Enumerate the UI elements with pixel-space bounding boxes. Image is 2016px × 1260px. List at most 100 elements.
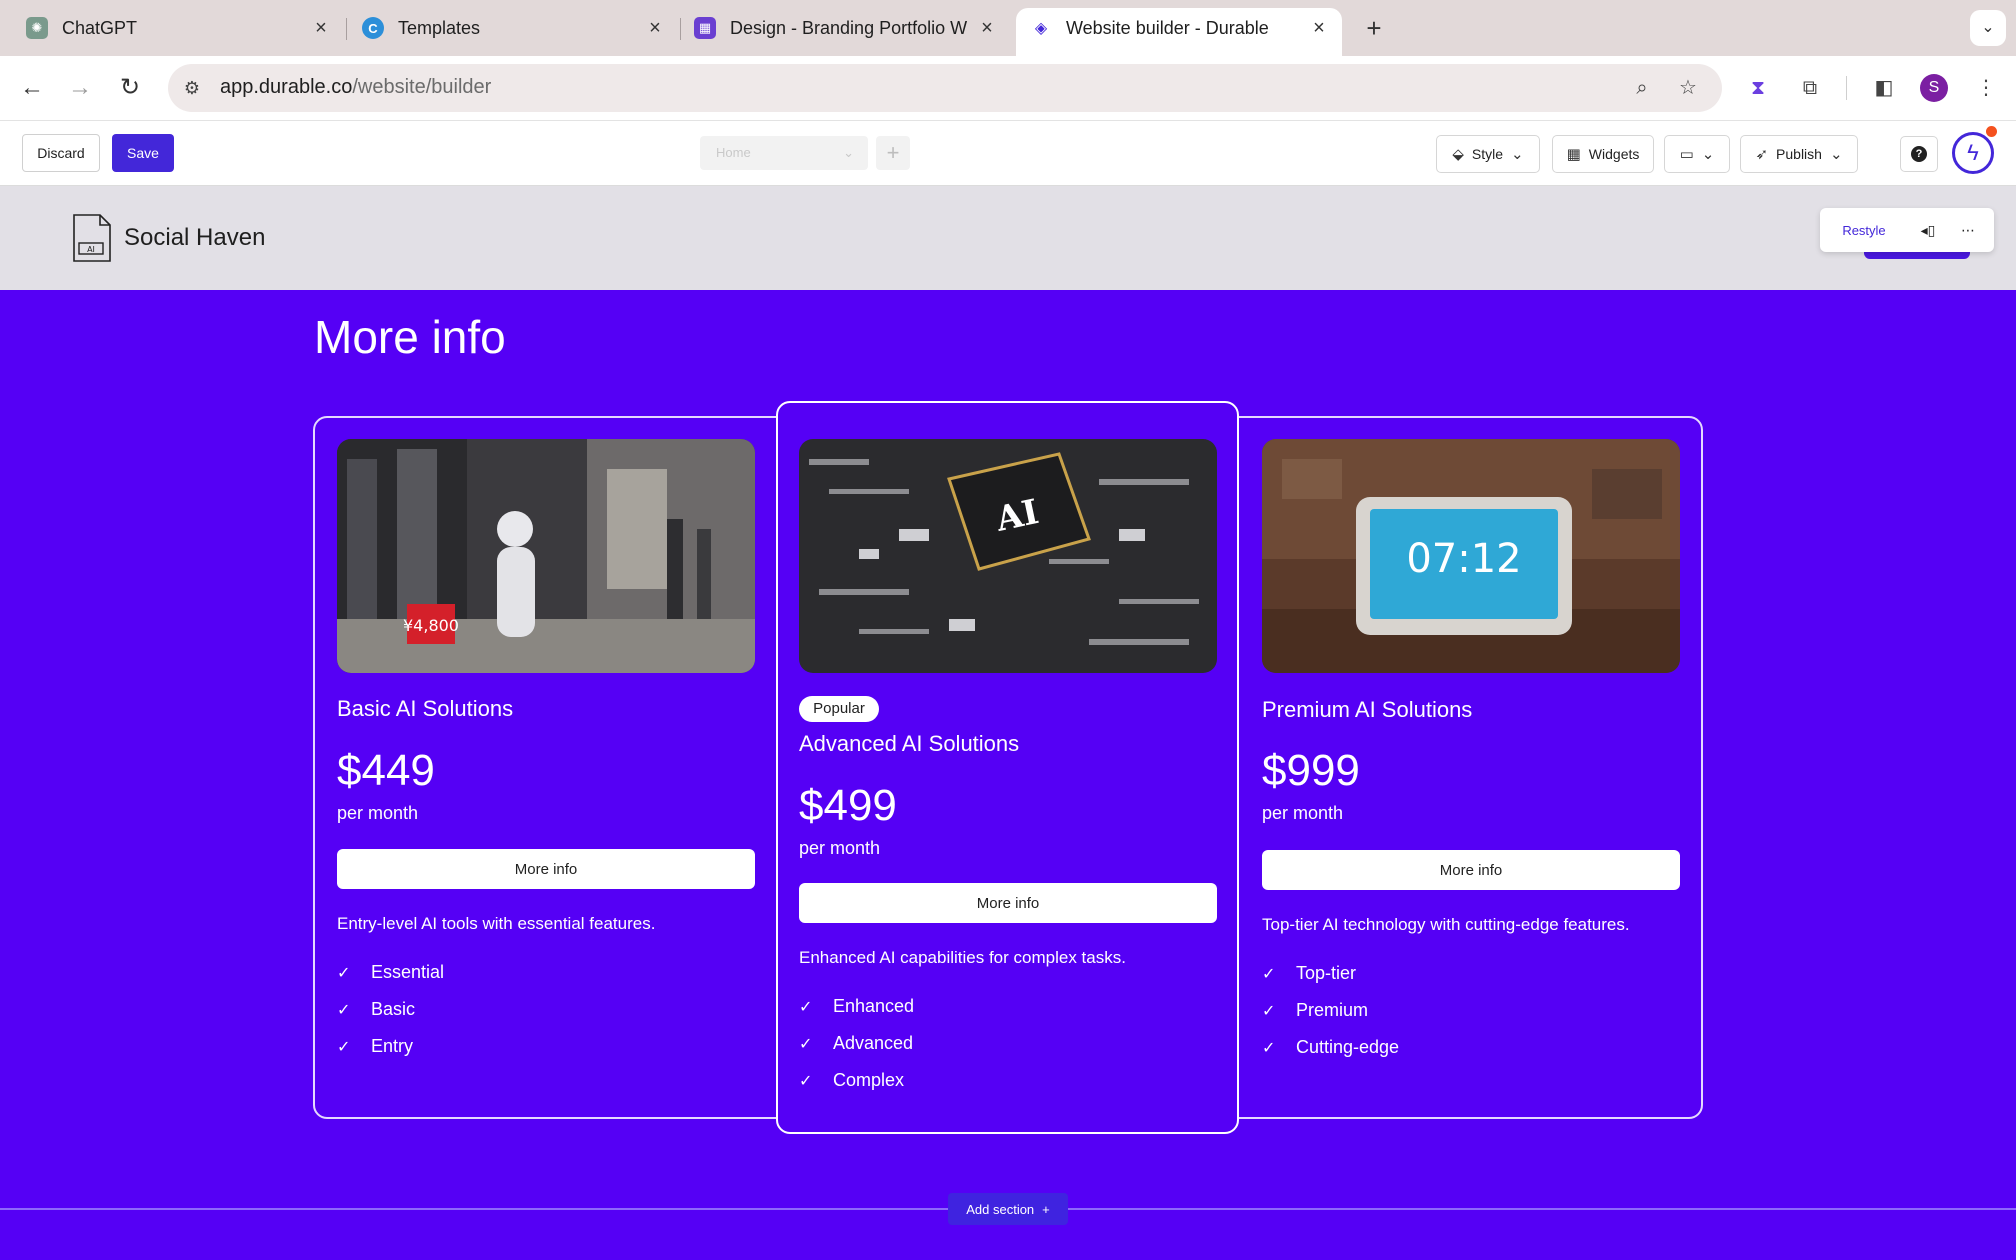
check-icon: ✓ <box>1262 1002 1276 1020</box>
close-icon[interactable]: × <box>1308 17 1330 40</box>
feature-item[interactable]: ✓ Complex <box>799 1070 904 1091</box>
bookmark-star-icon[interactable]: ☆ <box>1672 72 1704 104</box>
card-image-robot[interactable]: ¥4,800 <box>337 439 755 673</box>
logo-text: AI <box>87 245 95 254</box>
page-select[interactable]: Home ⌄ <box>700 136 868 170</box>
check-icon: ✓ <box>799 998 813 1016</box>
popular-badge[interactable]: Popular <box>799 696 879 722</box>
site-name[interactable]: Social Haven <box>124 224 265 252</box>
back-icon[interactable]: ← <box>14 70 50 106</box>
more-info-button[interactable]: More info <box>799 883 1217 923</box>
add-section-button[interactable]: Add section + <box>948 1193 1068 1225</box>
publish-label: Publish <box>1776 146 1822 162</box>
close-icon[interactable]: × <box>976 17 998 40</box>
feature-item[interactable]: ✓ Premium <box>1262 1000 1368 1021</box>
card-image-smart-display[interactable]: 07:12 <box>1262 439 1680 673</box>
check-icon: ✓ <box>799 1035 813 1053</box>
feature-item[interactable]: ✓ Basic <box>337 999 415 1020</box>
discard-button[interactable]: Discard <box>22 134 100 172</box>
plus-icon: + <box>1042 1201 1050 1217</box>
card-price[interactable]: $499 <box>799 781 897 831</box>
feature-item[interactable]: ✓ Advanced <box>799 1033 913 1054</box>
feature-label: Basic <box>371 999 416 1019</box>
ai-assistant-button[interactable]: ϟ <box>1952 132 1994 174</box>
close-icon[interactable]: × <box>310 17 332 40</box>
calendar-icon: ▦ <box>694 17 716 39</box>
canva-icon: C <box>362 17 384 39</box>
check-icon: ✓ <box>337 1038 351 1056</box>
rocket-icon: ➶ <box>1755 146 1769 163</box>
card-title[interactable]: Basic AI Solutions <box>337 696 513 722</box>
widgets-button[interactable]: ▦ Widgets <box>1552 135 1654 173</box>
card-period[interactable]: per month <box>1262 803 1343 824</box>
tab-website-builder[interactable]: ◈ Website builder - Durable × <box>1016 8 1342 56</box>
url-host: app.durable.co <box>220 76 353 98</box>
site-header[interactable] <box>0 186 2016 290</box>
card-period[interactable]: per month <box>337 803 418 824</box>
reload-icon[interactable]: ↻ <box>112 70 148 106</box>
card-description[interactable]: Top-tier AI technology with cutting-edge… <box>1262 915 1630 935</box>
more-info-button[interactable]: More info <box>337 849 755 889</box>
chevron-down-icon: ⌄ <box>1511 146 1524 163</box>
add-page-button[interactable]: + <box>876 136 910 170</box>
card-period[interactable]: per month <box>799 838 880 859</box>
card-title[interactable]: Premium AI Solutions <box>1262 697 1472 723</box>
device-preview-button[interactable]: ▭ ⌄ <box>1664 135 1730 173</box>
extension-icon[interactable]: ⧗ <box>1742 72 1774 104</box>
chevron-down-icon: ⌄ <box>843 145 854 160</box>
page-select-value: Home <box>716 145 751 160</box>
card-image-ai-chip[interactable]: AI <box>799 439 1217 673</box>
section-title[interactable]: More info <box>314 310 506 364</box>
card-price[interactable]: $449 <box>337 746 435 796</box>
style-label: Style <box>1471 146 1504 162</box>
publish-button[interactable]: ➶ Publish ⌄ <box>1740 135 1858 173</box>
tab-chatgpt[interactable]: ✺ ChatGPT × <box>26 8 332 48</box>
tab-design-portfolio[interactable]: ▦ Design - Branding Portfolio W × <box>694 8 998 48</box>
card-description[interactable]: Enhanced AI capabilities for complex tas… <box>799 948 1126 968</box>
tab-separator <box>680 18 681 40</box>
more-options-icon[interactable]: ⋯ <box>1948 222 1988 239</box>
card-price[interactable]: $999 <box>1262 746 1360 796</box>
grid-icon: ▦ <box>1566 146 1581 163</box>
check-icon: ✓ <box>1262 1039 1276 1057</box>
save-button[interactable]: Save <box>112 134 174 172</box>
close-icon[interactable]: × <box>644 17 666 40</box>
sidepanel-icon[interactable]: ◧ <box>1868 72 1900 104</box>
zoom-icon[interactable]: ⌕ <box>1626 72 1658 104</box>
tab-label: ChatGPT <box>62 17 138 38</box>
menu-kebab-icon[interactable]: ⋮ <box>1970 72 2002 104</box>
feature-item[interactable]: ✓ Essential <box>337 962 444 983</box>
site-settings-icon[interactable]: ⚙ <box>176 72 208 104</box>
feature-label: Enhanced <box>833 996 915 1016</box>
help-button[interactable]: ? <box>1900 136 1938 172</box>
feature-item[interactable]: ✓ Top-tier <box>1262 963 1356 984</box>
feature-label: Premium <box>1296 1000 1369 1020</box>
check-icon: ✓ <box>799 1072 813 1090</box>
feature-label: Cutting-edge <box>1296 1037 1400 1057</box>
new-tab-button[interactable]: + <box>1358 12 1390 44</box>
check-icon: ✓ <box>337 1001 351 1019</box>
restyle-button[interactable]: Restyle <box>1820 223 1908 238</box>
feature-label: Entry <box>371 1036 414 1056</box>
card-description[interactable]: Entry-level AI tools with essential feat… <box>337 914 655 934</box>
feature-item[interactable]: ✓ Cutting-edge <box>1262 1037 1399 1058</box>
check-icon: ✓ <box>337 964 351 982</box>
forward-icon[interactable]: → <box>62 70 98 106</box>
style-button[interactable]: ⬙ Style ⌄ <box>1436 135 1540 173</box>
sound-icon[interactable]: ◂▯ <box>1908 222 1948 239</box>
url-text[interactable]: app.durable.co/website/builder <box>220 76 491 99</box>
feature-label: Top-tier <box>1296 963 1357 983</box>
puzzle-icon[interactable]: ⧉ <box>1794 72 1826 104</box>
add-section-label: Add section <box>966 1201 1035 1217</box>
site-logo-icon[interactable]: AI <box>72 214 112 262</box>
tab-templates[interactable]: C Templates × <box>362 8 666 48</box>
more-info-button[interactable]: More info <box>1262 850 1680 890</box>
tab-search-button[interactable]: ⌄ <box>1970 10 2006 46</box>
help-icon: ? <box>1911 146 1927 162</box>
feature-item[interactable]: ✓ Entry <box>337 1036 413 1057</box>
card-title[interactable]: Advanced AI Solutions <box>799 731 1019 757</box>
feature-item[interactable]: ✓ Enhanced <box>799 996 914 1017</box>
feature-label: Essential <box>371 962 445 982</box>
profile-avatar[interactable]: S <box>1920 74 1948 102</box>
check-icon: ✓ <box>1262 965 1276 983</box>
